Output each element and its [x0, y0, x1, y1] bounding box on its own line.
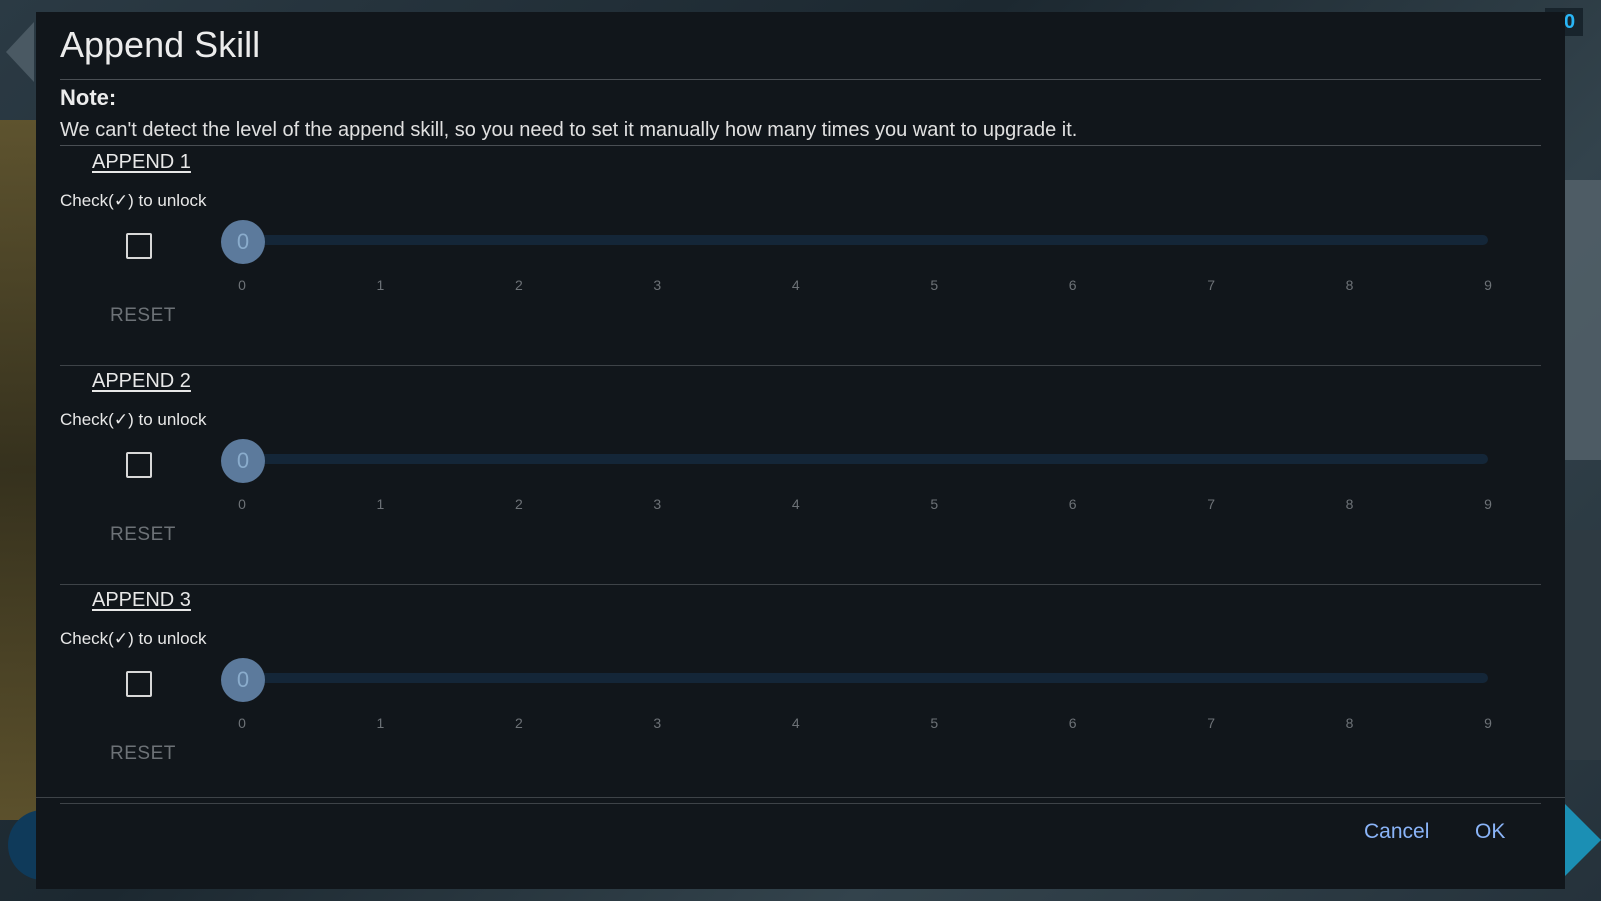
- background-back-arrow-icon: [6, 22, 34, 82]
- section-title: APPEND 1: [92, 151, 191, 173]
- slider-tick-label: 3: [653, 496, 662, 512]
- unlock-hint: Check(✓) to unlock: [60, 410, 207, 429]
- reset-button[interactable]: RESET: [110, 743, 176, 765]
- slider-tick-label: 7: [1207, 496, 1215, 512]
- note-text: We can't detect the level of the append …: [60, 119, 1078, 141]
- slider-tick-label: 9: [1484, 277, 1492, 293]
- level-slider-thumb[interactable]: 0: [221, 220, 265, 264]
- slider-tick-label: 7: [1207, 715, 1215, 731]
- slider-tick-label: 7: [1207, 277, 1215, 293]
- slider-tick-label: 3: [653, 277, 662, 293]
- background-next-arrow-icon: [1561, 800, 1601, 880]
- section-divider: [60, 803, 1541, 804]
- append-section-1: APPEND 1 Check(✓) to unlock 0 RESET 0 1 2 3 4 5 6 7…: [60, 147, 1541, 366]
- slider-tick-label: 8: [1345, 496, 1354, 512]
- slider-tick-label: 0: [238, 496, 246, 512]
- append-section-3: APPEND 3 Check(✓) to unlock 0 RESET 0 1 2 3 4 5 6 7…: [60, 585, 1541, 804]
- append-section-2: APPEND 2 Check(✓) to unlock 0 RESET 0 1 2 3 4 5 6 7…: [60, 366, 1541, 585]
- slider-tick-label: 5: [930, 496, 939, 512]
- level-slider-thumb[interactable]: 0: [221, 439, 265, 483]
- slider-tick-label: 1: [376, 496, 385, 512]
- slider-tick-label: 4: [791, 715, 800, 731]
- unlock-hint: Check(✓) to unlock: [60, 191, 207, 210]
- slider-tick-label: 2: [514, 715, 523, 731]
- slider-tick-label: 0: [238, 715, 246, 731]
- slider-tick-label: 9: [1484, 715, 1492, 731]
- reset-button[interactable]: RESET: [110, 524, 176, 546]
- slider-tick-label: 0: [238, 277, 246, 293]
- slider-tick-label: 1: [376, 715, 385, 731]
- cancel-button[interactable]: Cancel: [1364, 820, 1429, 844]
- unlock-checkbox[interactable]: [126, 671, 152, 697]
- footer-divider: [36, 797, 1565, 798]
- slider-tick-label: 9: [1484, 496, 1492, 512]
- slider-tick-label: 8: [1345, 715, 1354, 731]
- unlock-checkbox[interactable]: [126, 452, 152, 478]
- slider-tick-label: 6: [1068, 715, 1077, 731]
- slider-tick-label: 5: [930, 715, 939, 731]
- level-slider-track[interactable]: [242, 673, 1488, 683]
- slider-tick-label: 1: [376, 277, 385, 293]
- slider-tick-label: 4: [791, 496, 800, 512]
- background-left-frame: [0, 120, 38, 820]
- title-divider: [60, 79, 1541, 80]
- note-divider: [60, 145, 1541, 146]
- ok-button[interactable]: OK: [1475, 820, 1505, 844]
- slider-tick-label: 5: [930, 277, 939, 293]
- append-skill-dialog: Append Skill Note: We can't detect the l…: [36, 12, 1565, 889]
- unlock-checkbox[interactable]: [126, 233, 152, 259]
- slider-tick-label: 4: [791, 277, 800, 293]
- level-slider-track[interactable]: [242, 235, 1488, 245]
- level-slider-track[interactable]: [242, 454, 1488, 464]
- slider-tick-label: 2: [514, 277, 523, 293]
- slider-tick-label: 3: [653, 715, 662, 731]
- slider-tick-label: 2: [514, 496, 523, 512]
- unlock-hint: Check(✓) to unlock: [60, 629, 207, 648]
- slider-tick-label: 6: [1068, 496, 1077, 512]
- reset-button[interactable]: RESET: [110, 305, 176, 327]
- slider-tick-label: 8: [1345, 277, 1354, 293]
- slider-tick-label: 6: [1068, 277, 1077, 293]
- dialog-title: Append Skill: [60, 24, 261, 65]
- section-title: APPEND 3: [92, 589, 191, 611]
- note-label: Note:: [60, 85, 117, 110]
- level-slider-thumb[interactable]: 0: [221, 658, 265, 702]
- section-title: APPEND 2: [92, 370, 191, 392]
